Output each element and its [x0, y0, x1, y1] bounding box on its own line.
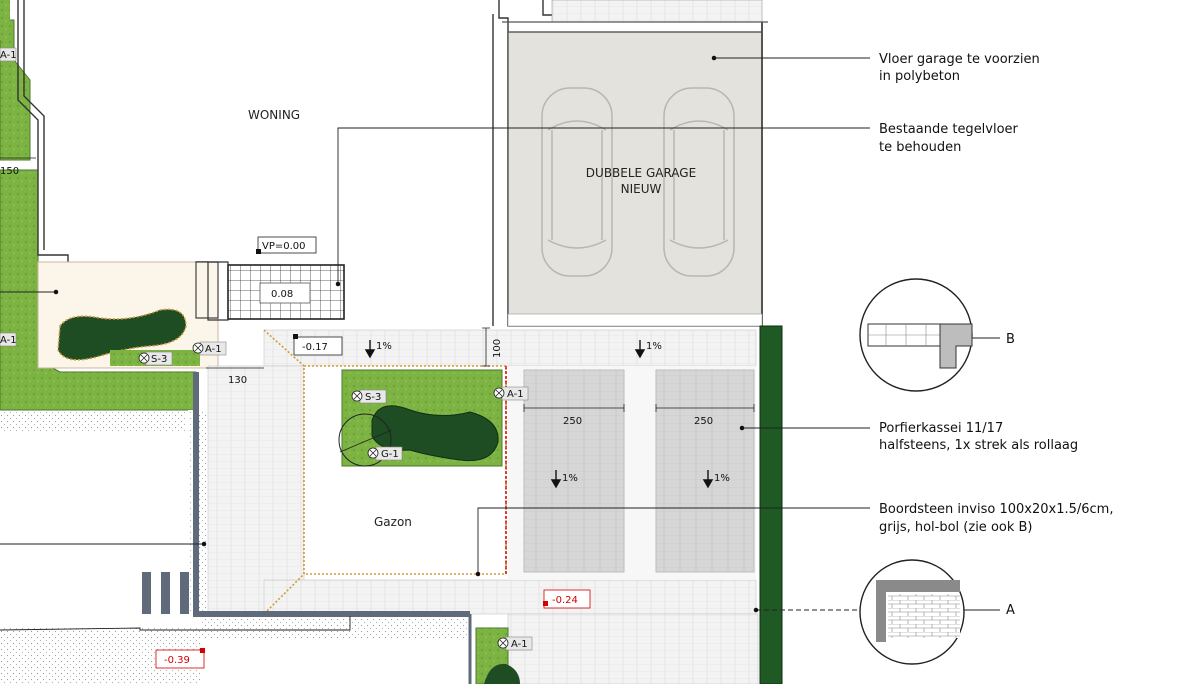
plant-tag-a1-3: A-1: [511, 639, 528, 650]
level-entrance: 0.08: [271, 289, 293, 300]
room-label-woning: WONING: [248, 108, 300, 122]
site-plan: WONING DUBBELE GARAGE NIEUW Gazon VP=0.0…: [0, 0, 1113, 684]
level-vp: VP=0.00: [262, 241, 306, 252]
detail-a: [859, 559, 965, 665]
level-terrace: -0.17: [302, 342, 328, 353]
level-path: -0.24: [552, 595, 578, 606]
room-label-garage-2: NIEUW: [621, 182, 662, 196]
note-kerb-2: grijs, hol-bol (zie ook B): [879, 520, 1033, 535]
room-label-garage: DUBBELE GARAGE: [586, 166, 696, 180]
detail-b: [859, 278, 973, 392]
dim-side-left: 150: [0, 166, 19, 177]
parking-stall-2: [655, 369, 755, 573]
slope-3: 1%: [562, 473, 578, 484]
room-label-gazon: Gazon: [374, 515, 412, 529]
note-porphyry: Porfierkassei 11/17: [879, 421, 1003, 436]
plant-tag-g1: G-1: [381, 449, 399, 460]
parking-stall-1: [523, 369, 625, 573]
note-garage-floor: Vloer garage te voorzien: [879, 52, 1040, 67]
note-porphyry-2: halfsteens, 1x strek als rollaag: [879, 438, 1078, 453]
note-tiles-2: te behouden: [879, 140, 961, 155]
slope-2: 1%: [646, 341, 662, 352]
detail-label-a: A: [1006, 603, 1015, 618]
dim-gap: 130: [228, 375, 247, 386]
plant-tag-a1-4: A-1: [0, 50, 17, 61]
level-street: -0.39: [164, 655, 190, 666]
plant-tag-a1-1: A-1: [205, 344, 222, 355]
dim-parking-2: 250: [694, 416, 713, 427]
note-tiles: Bestaande tegelvloer: [879, 122, 1019, 137]
plant-tag-s3-2: S-3: [365, 392, 381, 403]
slope-1: 1%: [376, 341, 392, 352]
note-kerb: Boordsteen inviso 100x20x1.5/6cm,: [879, 502, 1113, 517]
plant-tag-a1-2: A-1: [507, 389, 524, 400]
detail-label-b: B: [1006, 332, 1015, 347]
hedge: [759, 325, 783, 684]
note-garage-floor-2: in polybeton: [879, 69, 960, 84]
plant-tag-a1-5: A-1: [0, 335, 17, 346]
dim-strip: 100: [492, 339, 503, 358]
plant-tag-s3-1: S-3: [151, 354, 167, 365]
bollards: [142, 572, 189, 614]
slope-4: 1%: [714, 473, 730, 484]
dim-parking-1: 250: [563, 416, 582, 427]
